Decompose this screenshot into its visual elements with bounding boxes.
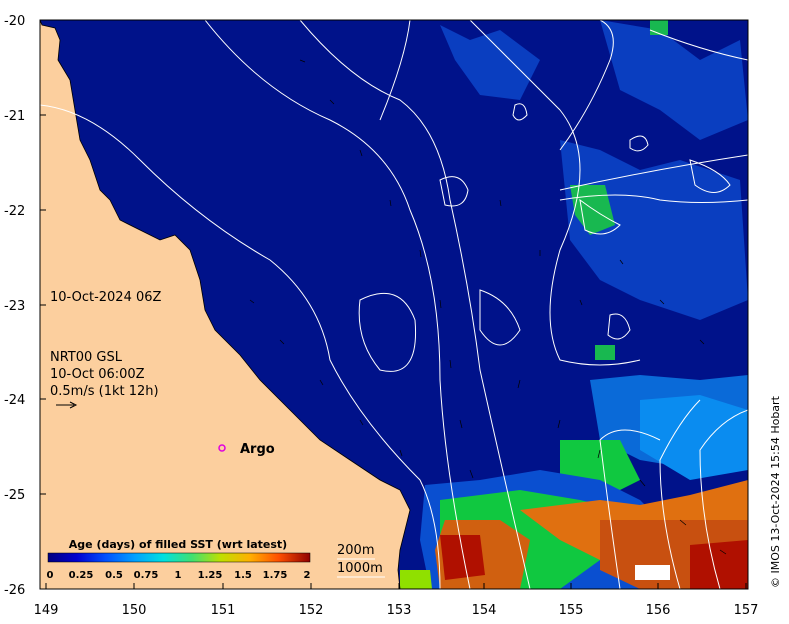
y-tick-label: -23: [4, 299, 25, 314]
x-tick-label: 150: [122, 603, 147, 618]
colorbar-tick: 0.75: [134, 570, 159, 581]
contour-label-200m: 200m: [337, 543, 374, 558]
argo-label: Argo: [240, 442, 275, 457]
y-tick-label: -25: [4, 488, 25, 503]
y-tick-label: -20: [4, 14, 25, 29]
colorbar-tick: 2: [304, 570, 311, 581]
colorbar-tick: 1.5: [234, 570, 252, 581]
y-tick-label: -22: [4, 204, 25, 219]
colorbar-tick: 1: [175, 570, 182, 581]
x-tick-label: 155: [559, 603, 584, 618]
x-tick-label: 153: [387, 603, 412, 618]
x-tick-label: 151: [211, 603, 236, 618]
y-tick-label: -21: [4, 109, 25, 124]
colorbar-tick: 1.25: [198, 570, 223, 581]
colorbar-title: Age (days) of filled SST (wrt latest): [69, 538, 287, 551]
colorbar-tick: 0.5: [105, 570, 123, 581]
current-scale-label: 0.5m/s (1kt 12h): [50, 384, 159, 399]
current-time-label: 10-Oct 06:00Z: [50, 367, 145, 382]
current-source-label: NRT00 GSL: [50, 350, 123, 365]
contour-label-1000m: 1000m: [337, 561, 383, 576]
colorbar-tick: 0: [47, 570, 54, 581]
colorbar-tick: 1.75: [263, 570, 288, 581]
y-tick-label: -26: [4, 583, 25, 598]
x-tick-label: 157: [734, 603, 759, 618]
x-tick-label: 154: [472, 603, 497, 618]
y-tick-label: -24: [4, 393, 25, 408]
x-tick-label: 149: [34, 603, 59, 618]
colorbar: Age (days) of filled SST (wrt latest) 0 …: [47, 538, 311, 581]
x-tick-label: 152: [299, 603, 324, 618]
sst-map: -20 -21 -22 -23 -24 -25 -26 149 150 151 …: [4, 14, 782, 618]
date-label: 10-Oct-2024 06Z: [50, 290, 162, 305]
colorbar-tick: 0.25: [69, 570, 94, 581]
credit-label: © IMOS 13-Oct-2024 15:54 Hobart: [769, 395, 782, 588]
x-tick-label: 156: [646, 603, 671, 618]
